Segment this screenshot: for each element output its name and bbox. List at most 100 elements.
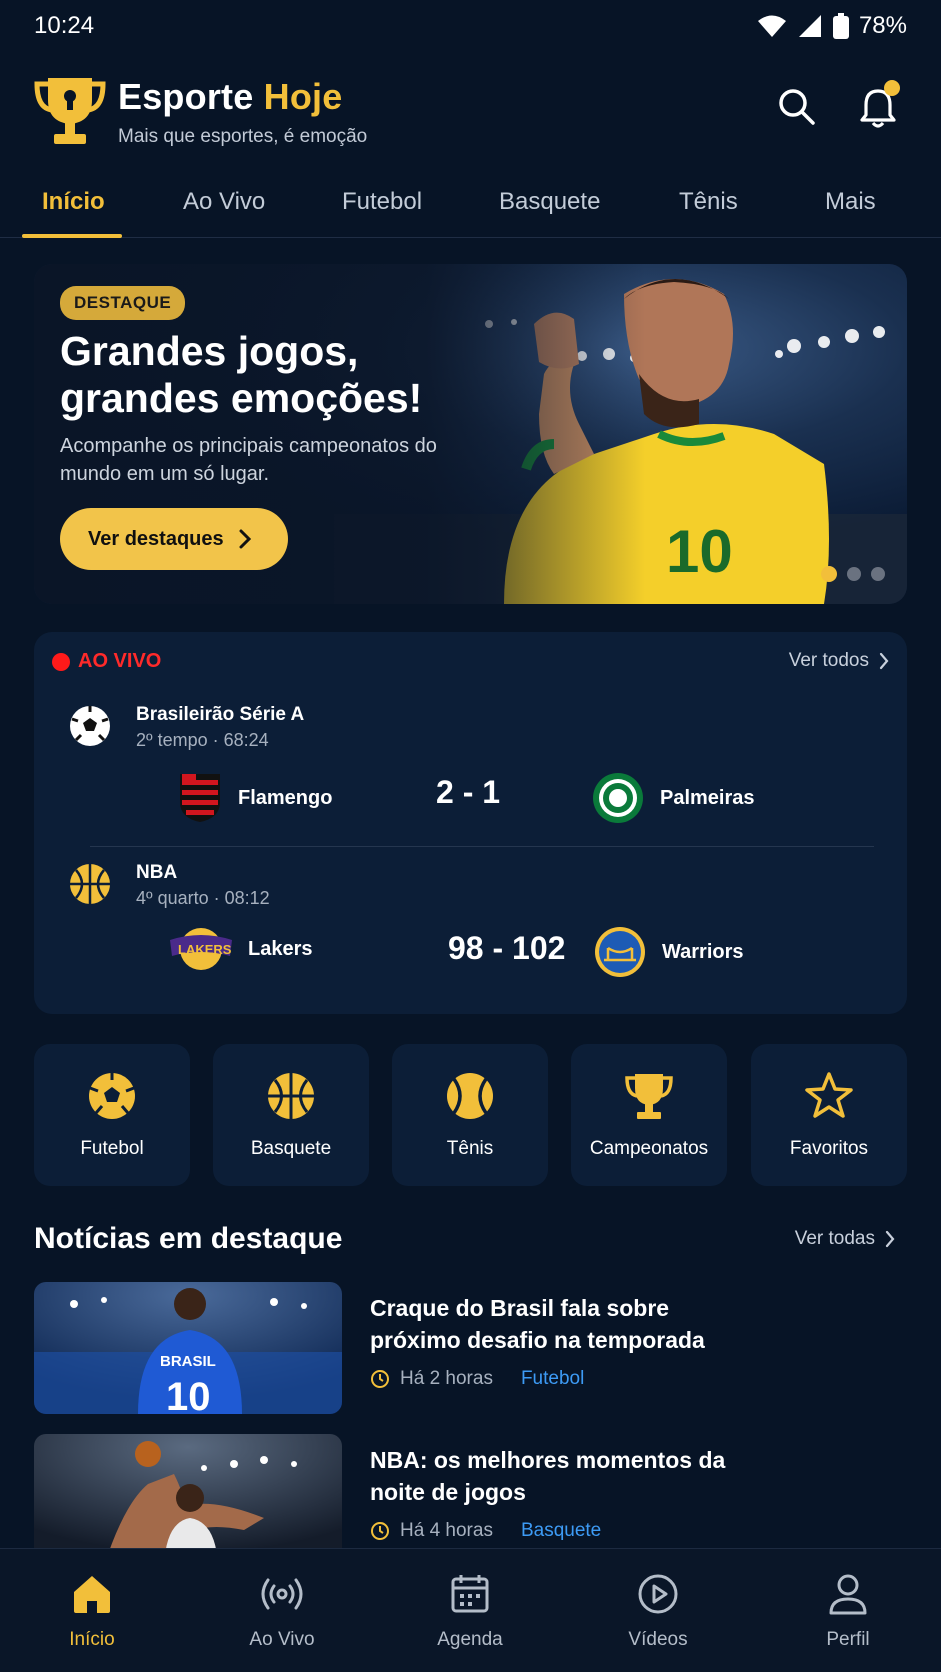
match-row[interactable]: Brasileirão Série A 2º tempo · 68:24 Fla…: [34, 704, 907, 824]
notifications-button[interactable]: [852, 80, 904, 134]
tab-inicio[interactable]: Início: [42, 188, 105, 216]
svg-text:BRASIL: BRASIL: [160, 1353, 216, 1370]
carousel-dot-active[interactable]: [821, 566, 837, 582]
news-thumbnail: BRASIL 10: [34, 1282, 342, 1414]
see-highlights-button[interactable]: Ver destaques: [60, 508, 288, 570]
carousel-dot[interactable]: [871, 567, 885, 581]
tab-mais[interactable]: Mais: [825, 188, 876, 216]
away-team: Warriors: [594, 926, 744, 978]
news-category-link[interactable]: Futebol: [521, 1368, 584, 1390]
lakers-logo-icon: LAKERS: [170, 928, 232, 970]
tennis-ball-icon: [447, 1073, 493, 1119]
broadcast-icon: [261, 1578, 303, 1610]
see-highlights-label: Ver destaques: [88, 527, 224, 550]
category-campeonatos[interactable]: Campeonatos: [571, 1044, 727, 1186]
hero-banner[interactable]: 10 DESTAQUE Grandes jogos, grandes emoçõ…: [34, 264, 907, 604]
notification-badge: [884, 80, 900, 96]
signal-icon: [798, 15, 821, 37]
news-item[interactable]: BRASIL 10 Craque do Brasil fala sobre pr…: [34, 1282, 907, 1414]
tab-futebol[interactable]: Futebol: [342, 188, 422, 216]
news-meta: Há 2 horas Futebol: [370, 1368, 584, 1390]
nav-videos[interactable]: Vídeos: [588, 1571, 728, 1651]
nav-inicio[interactable]: Início: [22, 1571, 162, 1651]
svg-text:LAKERS: LAKERS: [178, 942, 232, 957]
match-clock: 4º quarto · 08:12: [136, 888, 270, 908]
category-label: Basquete: [250, 1138, 332, 1159]
news-category-link[interactable]: Basquete: [521, 1520, 601, 1542]
match-league: NBA: [136, 862, 178, 883]
home-team-name: Lakers: [248, 937, 313, 960]
nav-label: Agenda: [437, 1629, 503, 1650]
trophy-logo-icon: [34, 78, 106, 144]
category-tabs: Início Ao Vivo Futebol Basquete Tênis Ma…: [0, 172, 941, 238]
category-label: Futebol: [80, 1138, 144, 1159]
brand-main: Esporte: [118, 76, 254, 117]
search-icon: [779, 89, 815, 125]
category-shortcuts: Futebol Basquete Tênis Campeonatos Favor…: [34, 1044, 907, 1186]
battery-icon: [832, 13, 849, 39]
away-team: Palmeiras: [592, 772, 755, 824]
brand-name: Esporte Hoje: [118, 76, 342, 118]
hero-title: Grandes jogos, grandes emoções!: [60, 328, 423, 421]
basketball-icon: [70, 864, 110, 904]
hero-subtitle: Acompanhe os principais campeonatos do m…: [60, 435, 437, 485]
category-futebol[interactable]: Futebol: [34, 1044, 190, 1186]
basketball-icon: [268, 1073, 314, 1119]
away-team-name: Warriors: [662, 940, 744, 963]
tab-basquete[interactable]: Basquete: [499, 188, 600, 216]
match-score: 98 - 102: [448, 930, 566, 966]
carousel-dot[interactable]: [847, 567, 861, 581]
nav-ao-vivo[interactable]: Ao Vivo: [212, 1571, 352, 1651]
clock-icon: [371, 1370, 389, 1388]
status-icons: 78%: [757, 12, 907, 40]
live-dot-icon: [52, 652, 70, 671]
play-circle-icon: [638, 1574, 678, 1614]
home-icon: [74, 1576, 110, 1613]
brand-accent: Hoje: [263, 76, 343, 117]
soccer-player-image: BRASIL 10: [34, 1282, 342, 1414]
match-divider: [90, 846, 874, 847]
tab-ao-vivo[interactable]: Ao Vivo: [183, 188, 265, 216]
search-button[interactable]: [772, 82, 820, 130]
nav-label: Vídeos: [628, 1629, 688, 1650]
news-item[interactable]: NBA: os melhores momentos da noite de jo…: [34, 1434, 907, 1566]
see-all-live-label: Ver todos: [788, 650, 869, 671]
category-label: Campeonatos: [589, 1138, 709, 1159]
category-label: Tênis: [446, 1138, 494, 1159]
basketball-player-image: [34, 1434, 342, 1566]
brand-tagline: Mais que esportes, é emoção: [118, 126, 368, 147]
category-label: Favoritos: [789, 1138, 869, 1159]
tab-tenis[interactable]: Tênis: [679, 188, 738, 216]
news-thumbnail: [34, 1434, 342, 1566]
news-time: Há 2 horas: [400, 1368, 493, 1389]
carousel-dots: [821, 566, 885, 582]
battery-percent: 78%: [858, 12, 907, 39]
live-label-text: AO VIVO: [78, 650, 162, 672]
nav-perfil[interactable]: Perfil: [778, 1571, 918, 1651]
wifi-icon: [757, 15, 786, 37]
soccer-ball-icon: [89, 1073, 135, 1119]
nav-label: Início: [69, 1629, 115, 1650]
home-team-name: Flamengo: [238, 786, 333, 809]
nav-agenda[interactable]: Agenda: [400, 1571, 540, 1651]
match-row[interactable]: NBA 4º quarto · 08:12 LAKERS Lakers 98 -…: [34, 862, 907, 1002]
category-tenis[interactable]: Tênis: [392, 1044, 548, 1186]
star-icon: [805, 1072, 853, 1118]
svg-text:10: 10: [166, 1375, 211, 1414]
chevron-right-icon: [239, 529, 251, 549]
chevron-right-icon: [885, 1230, 895, 1248]
away-team-name: Palmeiras: [660, 786, 755, 809]
bottom-navigation: Início Ao Vivo Agenda Vídeos Perfil: [0, 1548, 941, 1672]
nav-label: Perfil: [826, 1629, 870, 1650]
category-favoritos[interactable]: Favoritos: [751, 1044, 907, 1186]
chevron-right-icon: [879, 652, 889, 670]
category-basquete[interactable]: Basquete: [213, 1044, 369, 1186]
match-clock: 2º tempo · 68:24: [136, 730, 269, 750]
status-bar: 10:24 78%: [0, 0, 941, 52]
warriors-logo-icon: [595, 927, 645, 977]
see-all-news-link[interactable]: Ver todas: [795, 1228, 895, 1250]
see-all-live-link[interactable]: Ver todos: [789, 650, 889, 672]
nav-label: Ao Vivo: [249, 1629, 315, 1650]
news-meta: Há 4 horas Basquete: [370, 1520, 601, 1542]
match-score: 2 - 1: [436, 774, 501, 810]
